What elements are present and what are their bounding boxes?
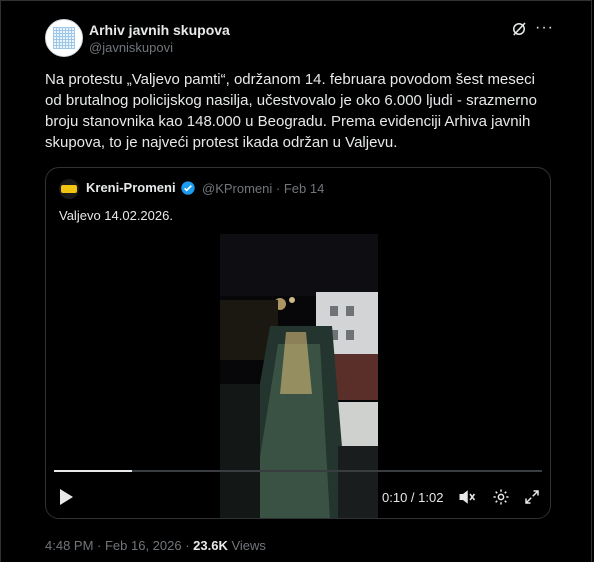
author-avatar[interactable] [45,19,83,57]
video-player[interactable]: 0:10 / 1:02 [46,234,550,518]
video-progress-bar[interactable] [54,470,542,472]
footer-separator: · [181,538,194,553]
quote-author-avatar[interactable] [59,179,79,199]
more-icon[interactable]: ··· [535,19,553,37]
quote-author-name[interactable]: Kreni-Promeni [86,180,176,195]
grok-icon[interactable] [510,20,528,38]
post-timestamp[interactable]: 4:48 PM · Feb 16, 2026 [45,538,182,553]
quote-text: Valjevo 14.02.2026. [59,208,173,223]
kreni-promeni-logo [61,185,77,193]
volume-icon[interactable] [458,488,476,506]
video-time: 0:10 / 1:02 [382,490,444,505]
quoted-post[interactable]: Kreni-Promeni @KPromeni · Feb 14 Valjevo… [45,167,551,519]
views-label: Views [227,538,266,553]
verified-badge-icon [181,181,195,195]
fullscreen-icon[interactable] [523,488,541,506]
video-progress-fill [54,470,133,472]
post-card: Arhiv javnih skupova @javniskupovi ··· N… [0,0,592,562]
author-handle[interactable]: @javniskupovi [89,40,173,55]
post-text: Na protestu „Valjevo pamti“, održanom 14… [45,71,537,151]
settings-icon[interactable] [492,488,510,506]
post-footer: 4:48 PM · Feb 16, 2026 · 23.6K Views [45,538,266,553]
views-count[interactable]: 23.6K [193,538,228,553]
quote-meta: @KPromeni · Feb 14 [202,181,325,196]
video-frame [220,234,378,518]
avatar-image [53,27,75,49]
author-name[interactable]: Arhiv javnih skupova [89,22,230,38]
play-icon[interactable] [58,488,74,506]
